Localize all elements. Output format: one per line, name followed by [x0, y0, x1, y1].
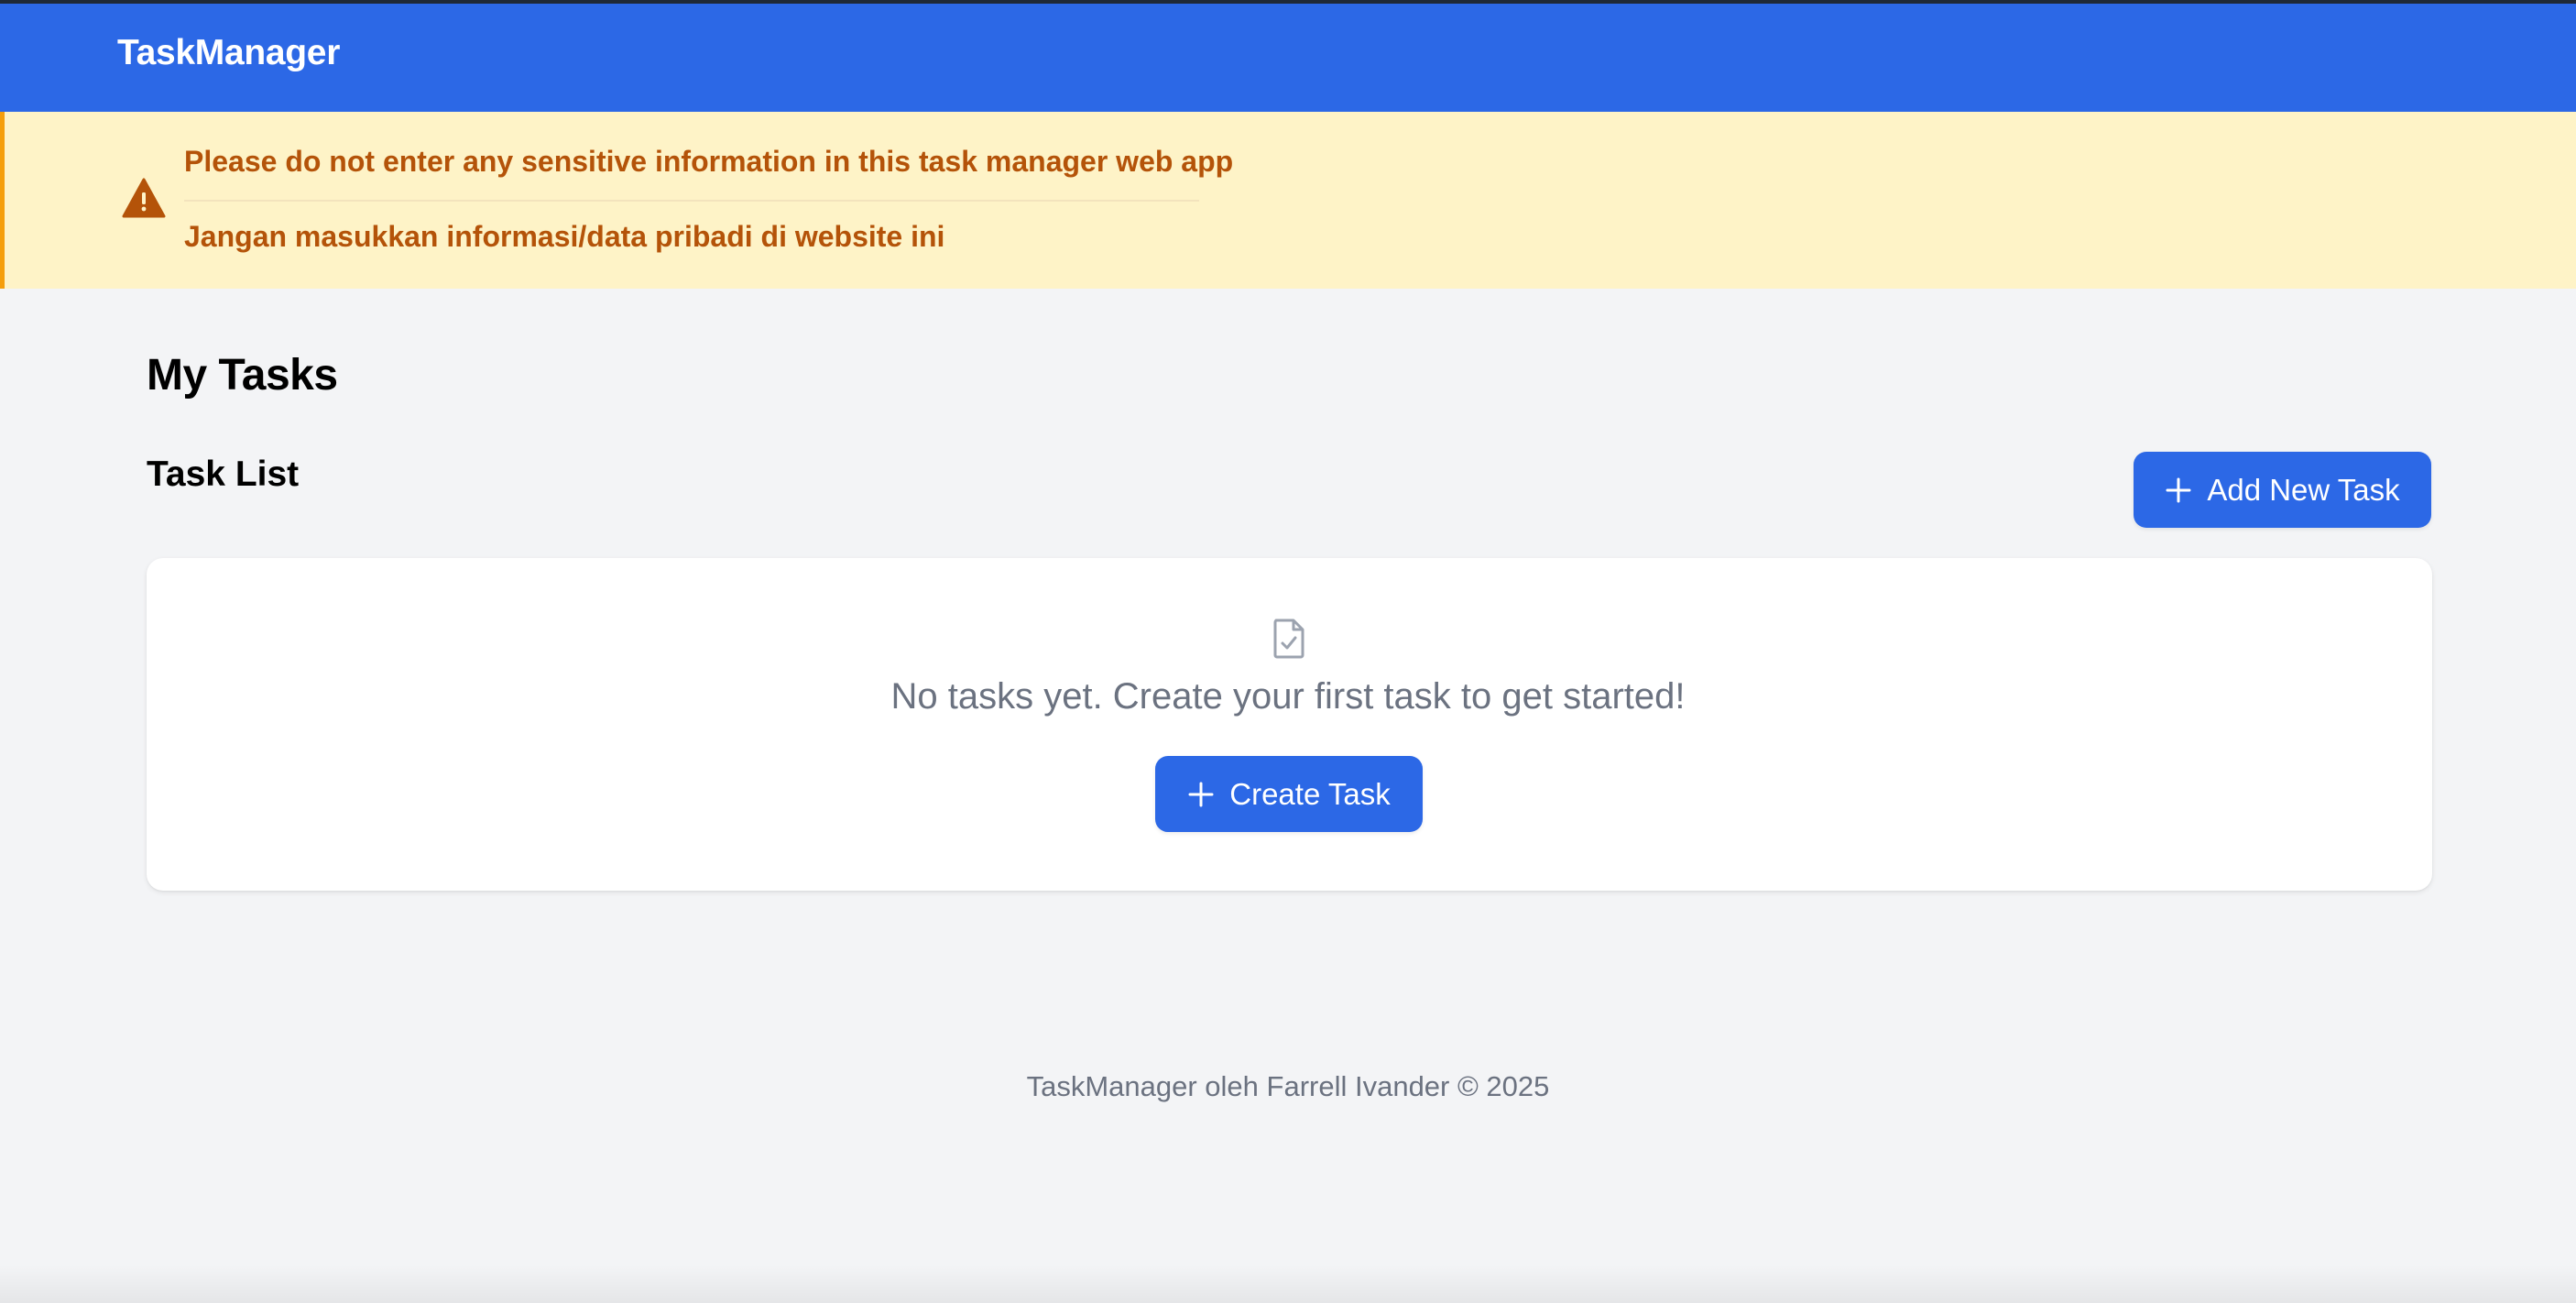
brand-logo-link[interactable]: TaskManager — [117, 33, 340, 73]
bottom-shadow — [0, 1265, 2576, 1303]
task-list-card — [147, 558, 2432, 891]
task-list-title: Task List — [147, 454, 300, 494]
plus-icon — [2166, 477, 2191, 502]
warning-triangle-icon — [122, 178, 166, 218]
add-new-task-label: Add New Task — [2207, 472, 2400, 507]
warning-text-indonesian: Jangan masukkan informasi/data pribadi d… — [184, 220, 945, 253]
add-new-task-button[interactable]: Add New Task — [2134, 452, 2431, 528]
create-task-label: Create Task — [1229, 776, 1391, 811]
warning-text-english: Please do not enter any sensitive inform… — [184, 145, 1234, 178]
create-task-button[interactable]: Create Task — [1155, 756, 1423, 832]
empty-state-message: No tasks yet. Create your first task to … — [890, 676, 1686, 717]
plus-icon — [1188, 782, 1214, 806]
navbar: TaskManager — [0, 4, 2576, 112]
document-check-icon — [1273, 619, 1304, 659]
footer-text: TaskManager oleh Farrell Ivander © 2025 — [1026, 1070, 1550, 1102]
sensitive-info-warning: Please do not enter any sensitive inform… — [0, 112, 2576, 289]
page-title: My Tasks — [147, 351, 338, 400]
warning-divider — [184, 200, 1199, 202]
